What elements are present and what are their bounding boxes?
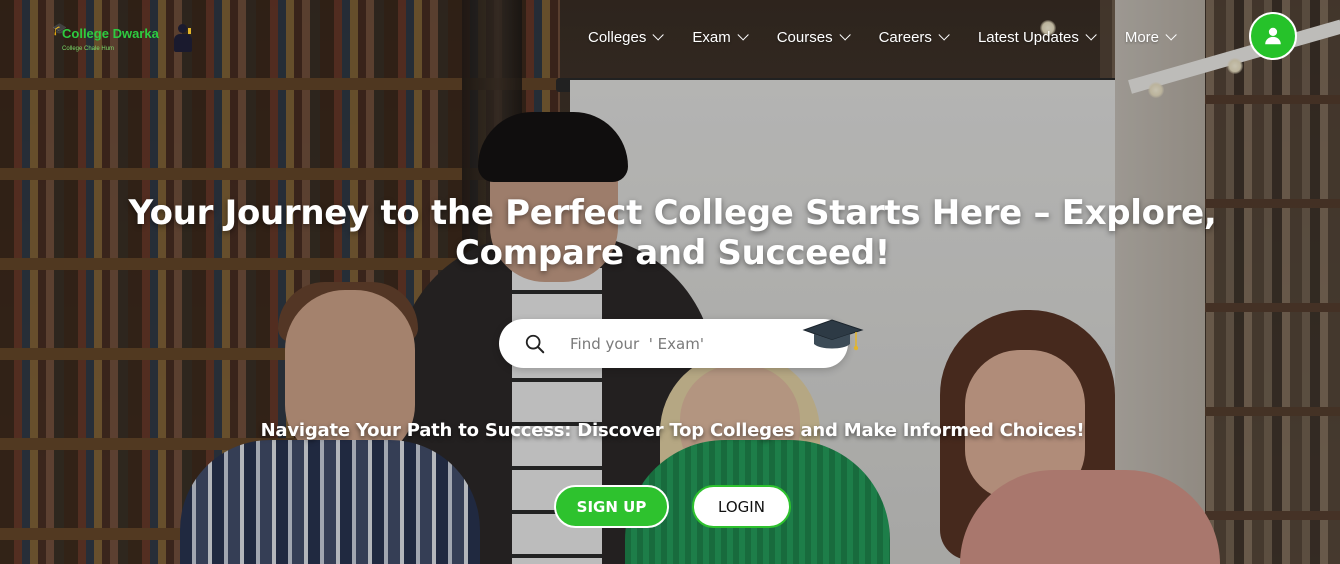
- graduate-figure-icon: [172, 22, 194, 52]
- brand-name: College Dwarka: [62, 26, 159, 41]
- user-icon: [1265, 27, 1281, 45]
- chevron-down-icon: [938, 29, 950, 41]
- nav-item-courses[interactable]: Courses: [776, 26, 851, 48]
- nav-item-label: Courses: [776, 28, 833, 46]
- login-button[interactable]: LOGIN: [692, 485, 791, 528]
- nav-item-exam[interactable]: Exam: [692, 26, 749, 48]
- nav-item-latest-updates[interactable]: Latest Updates: [977, 26, 1097, 48]
- chevron-down-icon: [839, 29, 851, 41]
- nav-item-careers[interactable]: Careers: [878, 26, 950, 48]
- search-bar[interactable]: [499, 319, 848, 368]
- chevron-down-icon: [652, 29, 665, 41]
- user-account-button[interactable]: [1249, 12, 1297, 60]
- nav-item-more[interactable]: More: [1124, 26, 1177, 48]
- logo[interactable]: 🎓 College Dwarka College Chale Hum: [52, 20, 202, 60]
- chevron-down-icon: [737, 29, 749, 41]
- nav-item-label: Colleges: [588, 28, 647, 46]
- nav-item-label: Careers: [878, 28, 932, 46]
- hero-headline: Your Journey to the Perfect College Star…: [128, 193, 1217, 273]
- chevron-down-icon: [1085, 29, 1097, 41]
- signup-button[interactable]: SIGN UP: [554, 485, 669, 528]
- search-input[interactable]: [570, 334, 800, 353]
- hero-subline: Navigate Your Path to Success: Discover …: [260, 420, 1085, 441]
- nav-item-label: Exam: [692, 28, 731, 46]
- graduation-cap-icon: [802, 319, 864, 351]
- nav-item-label: Latest Updates: [977, 28, 1079, 46]
- brand-tagline: College Chale Hum: [62, 46, 115, 52]
- search-icon[interactable]: [524, 333, 546, 355]
- dark-overlay: [0, 0, 1340, 564]
- nav-item-label: More: [1124, 28, 1160, 46]
- main-nav: Colleges Exam Courses Careers Latest Upd…: [588, 26, 1177, 48]
- hero-background-image: [0, 0, 1340, 564]
- nav-item-colleges[interactable]: Colleges: [588, 26, 665, 48]
